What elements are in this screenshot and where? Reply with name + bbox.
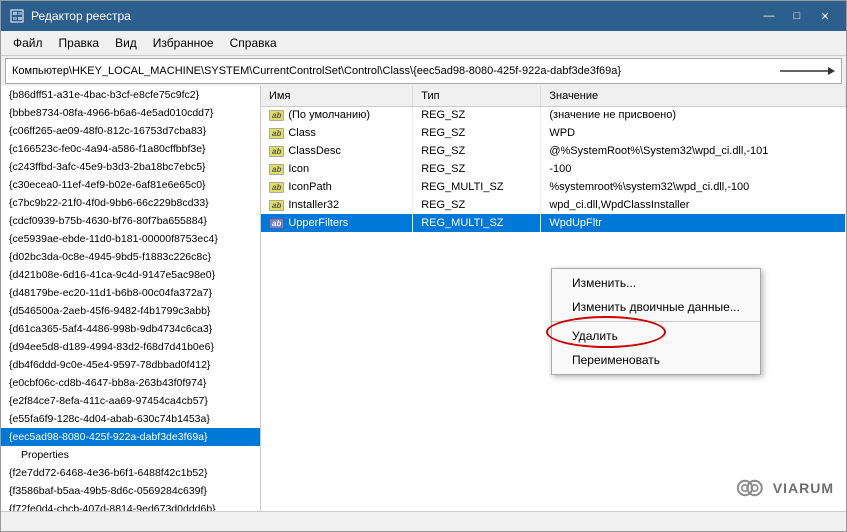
tree-item[interactable]: {b86dff51-a31e-4bac-b3cf-e8cfe75c9fc2} xyxy=(1,86,260,104)
address-bar[interactable]: Компьютер\HKEY_LOCAL_MACHINE\SYSTEM\Curr… xyxy=(5,58,842,84)
tree-item[interactable]: {c30ecea0-11ef-4ef9-b02e-6af81e6e65c0} xyxy=(1,176,260,194)
maximize-button[interactable]: □ xyxy=(784,5,810,27)
tree-item[interactable]: {d48179be-ec20-11d1-b6b8-00c04fa372a7} xyxy=(1,284,260,302)
tree-item[interactable]: {d61ca365-5af4-4486-998b-9db4734c6ca3} xyxy=(1,320,260,338)
row-value: wpd_ci.dll,WpdClassInstaller xyxy=(541,196,846,214)
window-controls: — □ ✕ xyxy=(756,5,838,27)
close-button[interactable]: ✕ xyxy=(812,5,838,27)
menu-edit[interactable]: Правка xyxy=(51,33,108,53)
title-bar: Редактор реестра — □ ✕ xyxy=(1,1,846,31)
tree-item[interactable]: {d546500a-2aeb-45f6-9482-f4b1799c3abb} xyxy=(1,302,260,320)
context-menu-edit[interactable]: Изменить... xyxy=(552,271,760,295)
row-value: @%SystemRoot%\System32\wpd_ci.dll,-101 xyxy=(541,142,846,160)
tree-item[interactable]: {e0cbf06c-cd8b-4647-bb8a-263b43f0f974} xyxy=(1,374,260,392)
values-table: Имя Тип Значение ab(По умолчанию) REG_SZ… xyxy=(261,86,846,232)
table-row[interactable]: abClass REG_SZ WPD xyxy=(261,124,846,142)
row-value: WpdUpFltr xyxy=(541,214,846,232)
ab-icon: ab xyxy=(269,164,284,175)
menu-favorites[interactable]: Избранное xyxy=(145,33,222,53)
tree-item[interactable]: {c243ffbd-3afc-45e9-b3d3-2ba18bc7ebc5} xyxy=(1,158,260,176)
tree-item[interactable]: {c06ff265-ae09-48f0-812c-16753d7cba83} xyxy=(1,122,260,140)
row-type: REG_SZ xyxy=(413,124,541,142)
tree-item[interactable]: {ce5939ae-ebde-11d0-b181-00000f8753ec4} xyxy=(1,230,260,248)
table-row[interactable]: abIconPath REG_MULTI_SZ %systemroot%\sys… xyxy=(261,178,846,196)
watermark-logo-icon xyxy=(737,477,769,499)
row-name: abClassDesc xyxy=(261,142,413,160)
watermark-text: VIARUM xyxy=(773,480,834,496)
menu-bar: Файл Правка Вид Избранное Справка xyxy=(1,31,846,56)
address-arrow xyxy=(775,63,835,79)
address-text: Компьютер\HKEY_LOCAL_MACHINE\SYSTEM\Curr… xyxy=(12,65,775,77)
row-type: REG_SZ xyxy=(413,160,541,178)
app-icon xyxy=(9,8,25,24)
main-content: {b86dff51-a31e-4bac-b3cf-e8cfe75c9fc2} {… xyxy=(1,86,846,511)
context-menu-rename[interactable]: Переименовать xyxy=(552,348,760,372)
menu-view[interactable]: Вид xyxy=(107,33,145,53)
row-value: (значение не присвоено) xyxy=(541,106,846,124)
tree-item[interactable]: {c166523c-fe0c-4a94-a586-f1a80cffbbf3e} xyxy=(1,140,260,158)
context-menu-separator xyxy=(552,321,760,322)
registry-editor-window: Редактор реестра — □ ✕ Файл Правка Вид И… xyxy=(0,0,847,532)
tree-item[interactable]: {c7bc9b22-21f0-4f0d-9bb6-66c229b8cd33} xyxy=(1,194,260,212)
row-type: REG_SZ xyxy=(413,196,541,214)
ab-icon: ab xyxy=(269,110,284,121)
values-panel: Имя Тип Значение ab(По умолчанию) REG_SZ… xyxy=(261,86,846,511)
status-bar xyxy=(1,511,846,531)
title-text: Редактор реестра xyxy=(31,9,756,23)
row-type: REG_SZ xyxy=(413,142,541,160)
row-value: -100 xyxy=(541,160,846,178)
tree-item[interactable]: {d02bc3da-0c8e-4945-9bd5-f1883c226c8c} xyxy=(1,248,260,266)
row-type: REG_MULTI_SZ xyxy=(413,178,541,196)
row-value: WPD xyxy=(541,124,846,142)
ab-icon: ab xyxy=(269,146,284,157)
col-name: Имя xyxy=(261,86,413,106)
context-menu: Изменить... Изменить двоичные данные... … xyxy=(551,268,761,375)
tree-item[interactable]: {e2f84ce7-8efa-411c-aa69-97454ca4cb57} xyxy=(1,392,260,410)
table-row[interactable]: ab(По умолчанию) REG_SZ (значение не при… xyxy=(261,106,846,124)
menu-help[interactable]: Справка xyxy=(222,33,285,53)
menu-file[interactable]: Файл xyxy=(5,33,51,53)
row-value: %systemroot%\system32\wpd_ci.dll,-100 xyxy=(541,178,846,196)
table-row[interactable]: abClassDesc REG_SZ @%SystemRoot%\System3… xyxy=(261,142,846,160)
watermark: VIARUM xyxy=(737,477,834,499)
row-name: ab(По умолчанию) xyxy=(261,106,413,124)
tree-item[interactable]: {f3586baf-b5aa-49b5-8d6c-0569284c639f} xyxy=(1,482,260,500)
col-type: Тип xyxy=(413,86,541,106)
table-row[interactable]: abIcon REG_SZ -100 xyxy=(261,160,846,178)
col-value: Значение xyxy=(541,86,846,106)
tree-item[interactable]: {f72fe0d4-cbcb-407d-8814-9ed673d0ddd6b} xyxy=(1,500,260,511)
table-header-row: Имя Тип Значение xyxy=(261,86,846,106)
tree-item[interactable]: {d94ee5d8-d189-4994-83d2-f68d7d41b0e6} xyxy=(1,338,260,356)
row-name: abIconPath xyxy=(261,178,413,196)
ab-icon: ab xyxy=(269,182,284,193)
ab-icon: ab xyxy=(269,128,284,139)
tree-item[interactable]: {bbbe8734-08fa-4966-b6a6-4e5ad010cdd7} xyxy=(1,104,260,122)
context-menu-delete[interactable]: Удалить xyxy=(552,324,760,348)
tree-panel[interactable]: {b86dff51-a31e-4bac-b3cf-e8cfe75c9fc2} {… xyxy=(1,86,261,511)
table-row[interactable]: abInstaller32 REG_SZ wpd_ci.dll,WpdClass… xyxy=(261,196,846,214)
tree-item[interactable]: {e55fa6f9-128c-4d04-abab-630c74b1453a} xyxy=(1,410,260,428)
row-name: abClass xyxy=(261,124,413,142)
tree-item[interactable]: {d421b08e-6d16-41ca-9c4d-9147e5ac98e0} xyxy=(1,266,260,284)
table-row-selected[interactable]: abUpperFilters REG_MULTI_SZ WpdUpFltr xyxy=(261,214,846,232)
row-type: REG_MULTI_SZ xyxy=(413,214,541,232)
minimize-button[interactable]: — xyxy=(756,5,782,27)
ab-icon: ab xyxy=(269,200,284,211)
row-name: abIcon xyxy=(261,160,413,178)
row-name: abUpperFilters xyxy=(261,214,413,232)
tree-item[interactable]: {cdcf0939-b75b-4630-bf76-80f7ba655884} xyxy=(1,212,260,230)
row-name: abInstaller32 xyxy=(261,196,413,214)
row-type: REG_SZ xyxy=(413,106,541,124)
tree-item[interactable]: {db4f6ddd-9c0e-45e4-9597-78dbbad0f412} xyxy=(1,356,260,374)
context-menu-edit-binary[interactable]: Изменить двоичные данные... xyxy=(552,295,760,319)
ab-icon: ab xyxy=(269,218,284,229)
tree-item-selected[interactable]: {eec5ad98-8080-425f-922a-dabf3de3f69a} xyxy=(1,428,260,446)
tree-item-properties[interactable]: Properties xyxy=(1,446,260,464)
tree-item[interactable]: {f2e7dd72-6468-4e36-b6f1-6488f42c1b52} xyxy=(1,464,260,482)
